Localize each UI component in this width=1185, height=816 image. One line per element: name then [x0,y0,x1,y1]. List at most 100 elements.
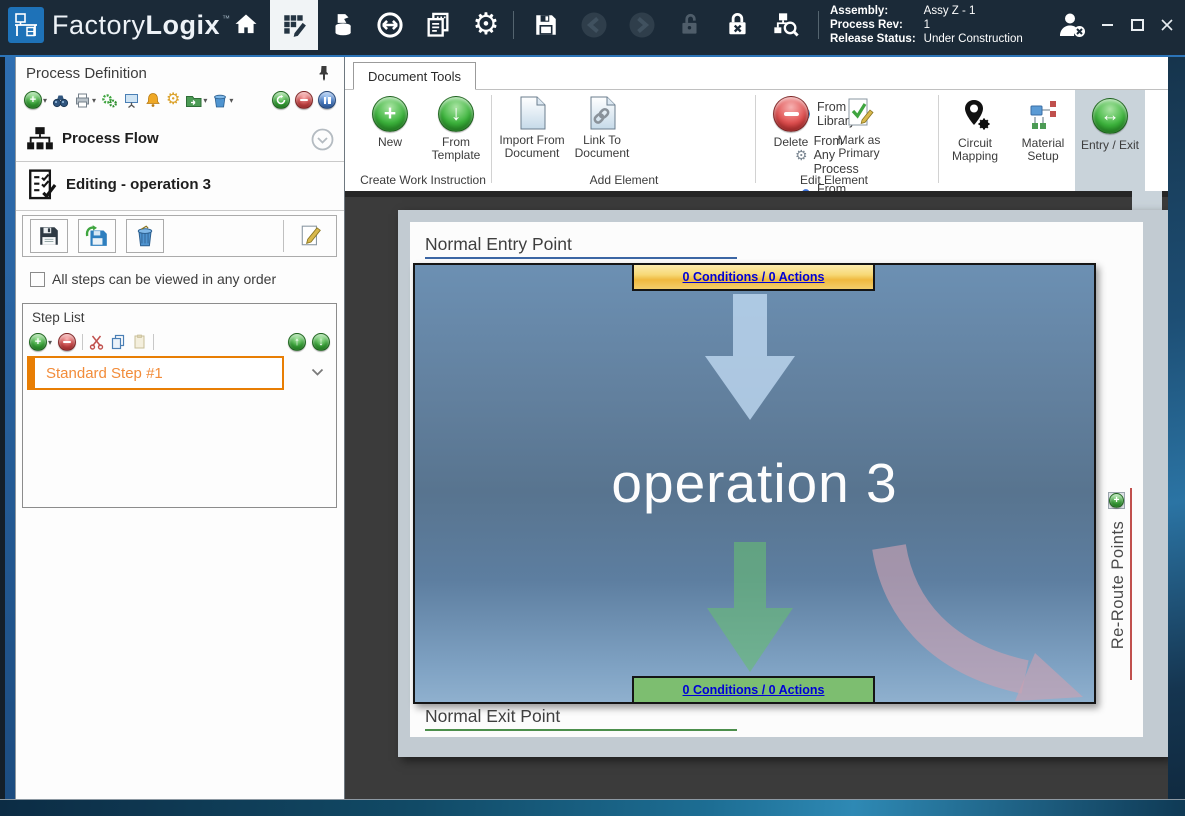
window-border-left [0,57,15,799]
unlock-icon[interactable] [666,0,714,50]
exit-conditions-link[interactable]: 0 Conditions / 0 Actions [683,683,825,697]
window-accent-strip [0,50,1185,57]
main-area: Document Tools + New ↓ From Template Cre… [345,57,1168,799]
move-step-down-button[interactable]: ↓ [312,333,330,351]
entry-exit-button[interactable]: ↔ Entry / Exit [1075,90,1145,191]
assembly-value: Assy Z - 1 [924,4,1023,18]
undo-back-icon[interactable] [570,0,618,50]
new-button[interactable]: + New [353,96,427,149]
save-icon[interactable] [522,0,570,50]
normal-exit-point-label: Normal Exit Point [425,706,560,727]
cut-step-button[interactable] [89,333,104,351]
brand-bold: Logix [146,10,221,41]
dropdown-caret-icon[interactable]: ▾ [48,338,52,347]
toolbar-divider [283,220,284,252]
release-status-label: Release Status: [830,32,916,46]
step-expand-chevron-icon[interactable] [311,368,324,377]
redo-forward-icon[interactable] [618,0,666,50]
exit-underline [425,729,737,731]
entry-conditions-badge[interactable]: 0 Conditions / 0 Actions [632,263,875,291]
pin-icon[interactable] [316,65,332,81]
delete-element-button[interactable]: Delete [759,96,823,149]
paste-step-button[interactable] [132,333,147,351]
process-settings-gear-icon[interactable]: ⚙ [166,91,180,109]
notification-bell-icon[interactable] [145,91,161,109]
material-setup-button[interactable]: Material Setup [1009,90,1077,191]
process-rev-value: 1 [924,18,1023,32]
new-icon: + [372,96,408,132]
from-template-button[interactable]: ↓ From Template [419,96,493,162]
documents-icon[interactable] [414,0,462,50]
import-from-document-button[interactable]: Import From Document [495,96,569,160]
group-label: Create Work Instruction [353,173,493,187]
process-flow-icon [26,126,54,154]
print-button[interactable]: ▾ [74,91,96,109]
data-import-icon[interactable] [318,0,366,50]
link-document-icon [587,96,617,130]
add-step-button[interactable]: +▾ [29,333,52,351]
find-process-icon[interactable] [762,0,810,50]
presentation-icon[interactable] [123,91,140,109]
ribbon-divider [755,95,756,183]
any-order-checkbox[interactable] [30,272,45,287]
entry-exit-tab-flap [1132,191,1162,211]
window-close-button[interactable] [1159,17,1175,33]
dropdown-caret-icon[interactable]: ▾ [92,96,96,105]
navigate-icon[interactable] [366,0,414,50]
save-and-close-button[interactable] [78,219,116,253]
copy-step-button[interactable] [110,333,126,351]
window-border-right [1168,57,1185,799]
settings-gear-icon[interactable]: ⚙ [462,0,510,50]
mark-as-primary-button[interactable]: Mark as Primary [823,96,895,160]
collapse-section-icon[interactable] [311,128,334,151]
move-step-up-button[interactable]: ↑ [288,333,306,351]
import-document-icon [517,96,547,130]
step-list-item[interactable]: Standard Step #1 [27,356,284,390]
entry-exit-icon: ↔ [1092,98,1128,134]
exit-conditions-badge[interactable]: 0 Conditions / 0 Actions [632,676,875,704]
ribbon-divider [938,95,939,183]
process-rev-label: Process Rev: [830,18,916,32]
circuit-mapping-button[interactable]: Circuit Mapping [941,90,1009,191]
process-flow-section: Process Flow [16,121,344,159]
save-step-button[interactable] [30,219,68,253]
delete-trash-button[interactable]: ▾ [212,91,233,109]
ribbon-group-add-element: Import From Document Link To Document [495,90,753,191]
reroute-points-label: Re-Route Points [1109,505,1131,665]
window-maximize-button[interactable] [1129,17,1145,33]
dropdown-caret-icon[interactable]: ▾ [43,96,47,105]
process-modules-icon[interactable] [101,91,118,109]
user-logout-icon[interactable] [1048,0,1096,50]
dropdown-caret-icon[interactable]: ▾ [229,96,233,105]
hold-button[interactable] [318,91,336,109]
material-setup-icon [1026,98,1060,132]
from-template-icon: ↓ [438,96,474,132]
operation-node[interactable]: operation 3 0 Conditions / 0 Actions 0 C… [413,263,1096,704]
release-status-value: Under Construction [924,32,1023,46]
discard-step-button[interactable] [126,219,164,253]
edit-step-button[interactable] [292,219,330,253]
titlebar-divider [513,11,514,39]
dropdown-caret-icon[interactable]: ▾ [203,96,207,105]
remove-step-button[interactable] [58,333,76,351]
titlebar-divider-2 [818,11,819,39]
add-process-button[interactable]: +▾ [24,91,47,109]
link-to-document-button[interactable]: Link To Document [565,96,639,160]
normal-entry-point-label: Normal Entry Point [425,234,572,255]
step-list-toolbar: +▾ ↑ ↓ [29,330,330,354]
process-flow-label: Process Flow [62,130,159,147]
activate-button[interactable] [272,91,290,109]
entry-conditions-link[interactable]: 0 Conditions / 0 Actions [683,270,825,284]
find-icon[interactable] [52,91,69,109]
home-icon[interactable] [222,0,270,50]
window-minimize-button[interactable] [1099,17,1115,33]
step-list-box: Step List +▾ ↑ ↓ Standard Step #1 [22,303,337,508]
ribbon-divider [491,95,492,183]
deactivate-button[interactable] [295,91,313,109]
lock-discard-icon[interactable] [714,0,762,50]
process-designer-icon[interactable] [270,0,318,50]
editing-checklist-icon [26,168,58,202]
tab-document-tools[interactable]: Document Tools [353,62,476,90]
step-label: Standard Step #1 [46,365,163,382]
export-folder-button[interactable]: ▾ [185,91,207,109]
